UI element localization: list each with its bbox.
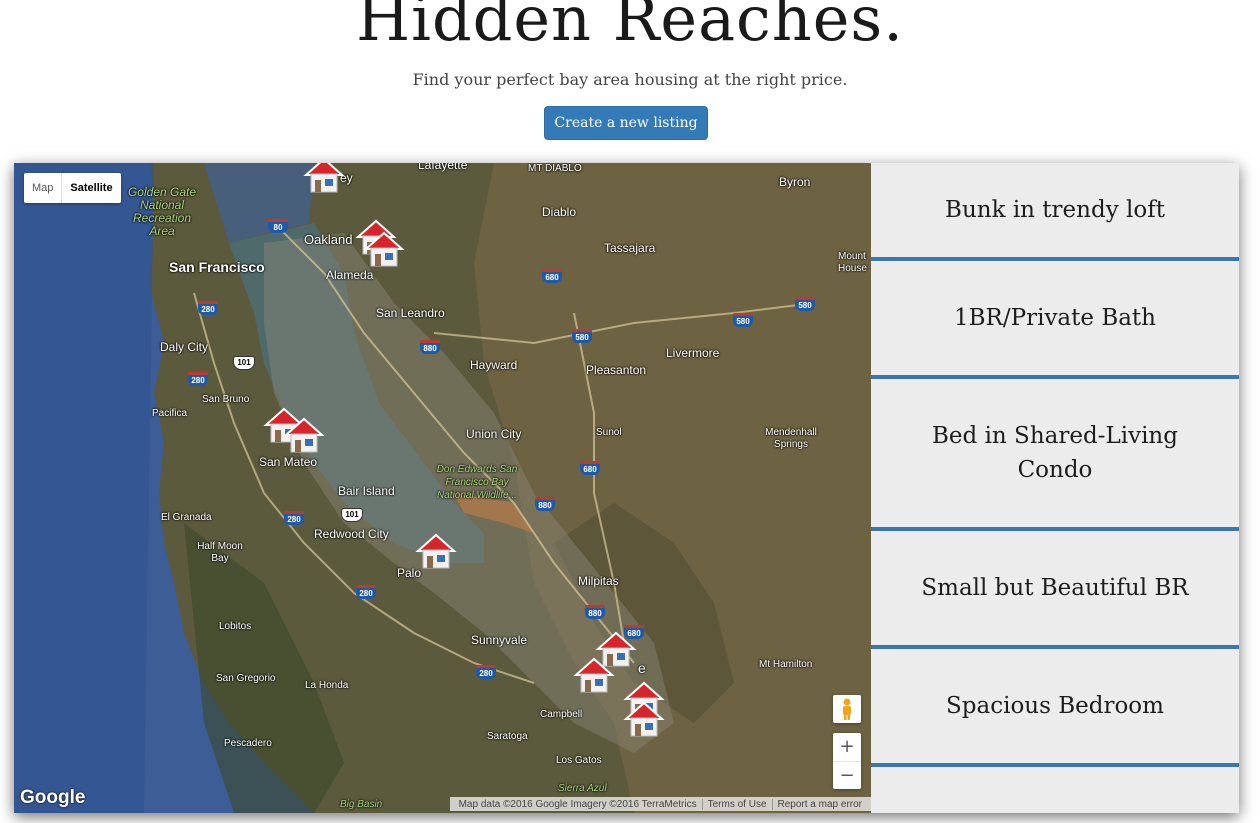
map-label-bair-island: Bair Island <box>338 484 395 498</box>
map-label-mendenhall: Mendenhall Springs <box>765 427 817 450</box>
map-data-credit: Map data ©2016 Google Imagery ©2016 Terr… <box>458 798 697 810</box>
map-label-don-edwards: Don Edwards San Francisco Bay National W… <box>436 464 518 501</box>
highway-shield: 280 <box>188 372 208 386</box>
map-type-satellite-button[interactable]: Satellite <box>62 173 120 203</box>
highway-shield: 280 <box>284 511 304 525</box>
satellite-map[interactable]: Map Satellite Lafayette ey MT DIABLO Byr… <box>14 163 871 813</box>
highway-shield: 580 <box>733 313 753 327</box>
highway-shield: 880 <box>420 340 440 354</box>
map-label-sierra-azul: Sierra Azul <box>558 783 607 794</box>
map-label-campbell: Campbell <box>540 709 583 720</box>
map-listings-panel: Map Satellite Lafayette ey MT DIABLO Byr… <box>14 163 1239 813</box>
page-subtitle: Find your perfect bay area housing at th… <box>412 70 848 89</box>
map-label-milpitas: Milpitas <box>578 574 619 588</box>
listings-sidebar: Bunk in trendy loft 1BR/Private Bath Bed… <box>871 163 1239 813</box>
highway-shield: 680 <box>542 269 562 283</box>
map-label-saratoga: Saratoga <box>487 731 528 742</box>
map-label-san-francisco: San Francisco <box>169 259 265 275</box>
map-label-big-basin: Big Basin <box>340 799 383 810</box>
map-label-hayward: Hayward <box>470 358 518 372</box>
highway-shield: 280 <box>198 301 218 315</box>
highway-shield: 280 <box>476 665 496 679</box>
map-label-mount-house: Mount House <box>838 251 867 274</box>
map-label-oakland: Oakland <box>304 232 353 247</box>
highway-shield: 680 <box>580 461 600 475</box>
map-label-san-jose: e <box>638 660 646 676</box>
highway-shield: 280 <box>356 585 376 599</box>
map-attribution: Map data ©2016 Google Imagery ©2016 Terr… <box>449 797 871 811</box>
map-label-san-leandro: San Leandro <box>376 306 445 320</box>
listing-item[interactable]: Small but Beautiful BR <box>871 531 1239 645</box>
map-label-mt-diablo: MT DIABLO <box>528 163 582 174</box>
map-label-union-city: Union City <box>466 427 522 441</box>
map-label-diablo: Diablo <box>542 205 577 219</box>
house-marker-icon[interactable] <box>362 227 406 271</box>
zoom-out-button[interactable]: − <box>833 762 861 790</box>
map-label-redwood-city: Redwood City <box>314 527 389 541</box>
report-map-error-link[interactable]: Report a map error <box>771 798 867 810</box>
zoom-in-button[interactable]: + <box>833 733 861 762</box>
map-label-daly-city: Daly City <box>160 340 209 354</box>
listing-item[interactable]: 1BR/Private Bath <box>871 261 1239 375</box>
zoom-control: + − <box>833 733 861 789</box>
map-label-livermore: Livermore <box>666 346 720 360</box>
map-label-lafayette: Lafayette <box>418 163 468 172</box>
highway-shield: 80 <box>268 219 288 233</box>
map-type-map-button[interactable]: Map <box>24 173 63 203</box>
map-label-los-gatos: Los Gatos <box>556 755 602 766</box>
google-logo: Google <box>20 787 86 808</box>
highway-shield: 880 <box>535 497 555 511</box>
house-marker-icon[interactable] <box>622 697 666 741</box>
page-title: Hidden Reaches. <box>356 0 904 55</box>
map-label-la-honda: La Honda <box>305 680 349 691</box>
map-label-golden-gate: Golden Gate National Recreation Area <box>127 185 197 238</box>
map-label-pacifica: Pacifica <box>152 408 188 419</box>
map-label-san-gregorio: San Gregorio <box>216 673 276 684</box>
highway-shield: 101 <box>341 508 363 522</box>
map-label-san-mateo: San Mateo <box>259 455 318 469</box>
listing-divider <box>871 763 1239 767</box>
listing-item[interactable]: Bed in Shared-Living Condo <box>871 379 1239 527</box>
listing-item[interactable]: Spacious Bedroom <box>871 649 1239 763</box>
create-listing-button[interactable]: Create a new listing <box>544 106 708 140</box>
highway-shield: 580 <box>572 329 592 343</box>
house-marker-icon[interactable] <box>282 413 326 457</box>
map-type-control: Map Satellite <box>24 173 121 203</box>
map-label-mt-hamilton: Mt Hamilton <box>759 659 813 670</box>
map-label-sunol: Sunol <box>596 427 622 438</box>
highway-shield: 880 <box>585 605 605 619</box>
map-label-pleasanton: Pleasanton <box>586 363 647 377</box>
map-label-el-granada: El Granada <box>161 512 212 523</box>
map-label-sunnyvale: Sunnyvale <box>471 633 528 647</box>
terms-of-use-link[interactable]: Terms of Use <box>701 798 772 810</box>
house-marker-icon[interactable] <box>572 653 616 697</box>
map-label-san-bruno: San Bruno <box>202 394 250 405</box>
highway-shield: 101 <box>233 356 255 370</box>
map-label-lobitos: Lobitos <box>219 621 252 632</box>
map-label-pescadero: Pescadero <box>224 738 272 749</box>
listing-item[interactable]: Bunk in trendy loft <box>871 163 1239 257</box>
map-label-byron: Byron <box>779 175 811 189</box>
house-marker-icon[interactable] <box>302 163 346 197</box>
map-label-half-moon-bay: Half Moon Bay <box>197 541 243 564</box>
highway-shield: 580 <box>795 297 815 311</box>
map-label-tassajara: Tassajara <box>604 241 656 255</box>
house-marker-icon[interactable] <box>414 529 458 573</box>
pegman-icon[interactable] <box>833 695 861 723</box>
